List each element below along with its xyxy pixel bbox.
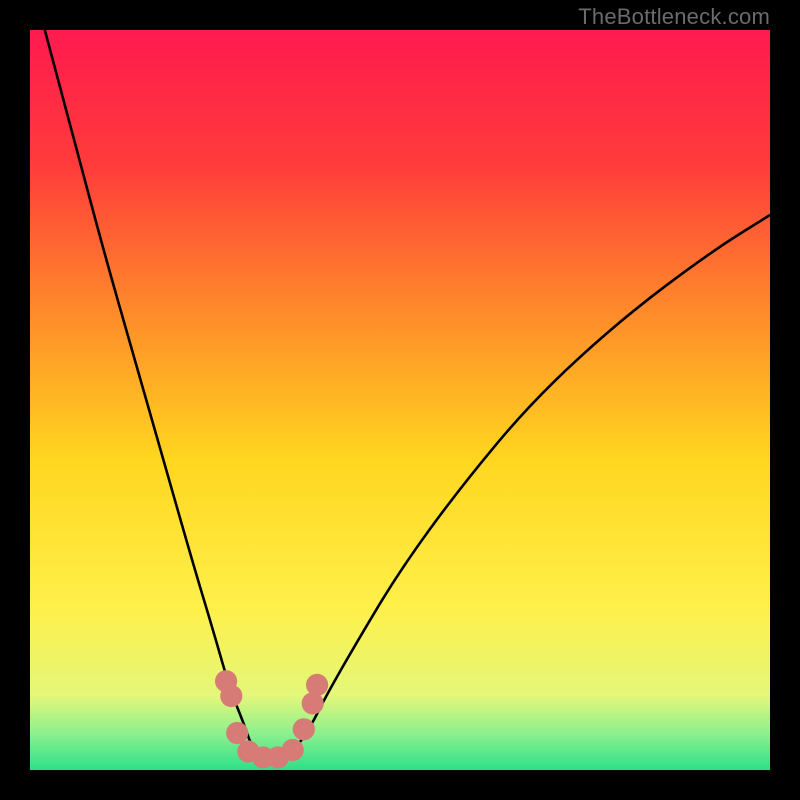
highlight-markers: [215, 670, 328, 768]
marker-dot: [306, 674, 328, 696]
watermark-text: TheBottleneck.com: [578, 4, 770, 30]
marker-dot: [302, 692, 324, 714]
marker-dot: [226, 722, 248, 744]
marker-dot: [293, 718, 315, 740]
marker-dot: [220, 685, 242, 707]
bottleneck-curve: [45, 30, 770, 755]
bottleneck-chart: [30, 30, 770, 770]
plot-frame: [30, 30, 770, 770]
marker-dot: [282, 739, 304, 761]
